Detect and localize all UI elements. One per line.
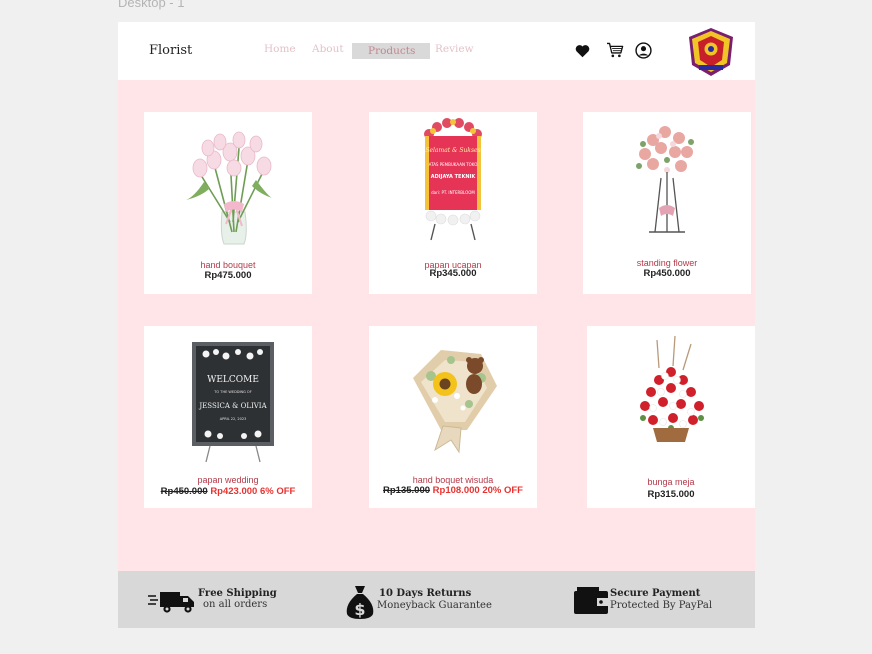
feature-subtitle: on all orders (203, 599, 268, 610)
sign-line: JESSICA & OLIVIA (198, 402, 267, 410)
product-price: Rp450.000 (643, 268, 691, 279)
features-bar: Free Shipping on all orders $ 10 Days Re… (118, 571, 755, 628)
product-name: bunga meja (647, 477, 695, 487)
bunga-meja-image (640, 335, 704, 442)
feature-subtitle: Protected By PayPal (610, 600, 713, 611)
product-name: hand bouquet (200, 260, 256, 270)
product-card-papan-wedding[interactable]: WELCOME TO THE WEDDING OF JESSICA & OLIV… (144, 326, 312, 508)
papan-wedding-image: WELCOME TO THE WEDDING OF JESSICA & OLIV… (192, 342, 274, 463)
hand-bouquet-image (186, 131, 272, 245)
brand-name[interactable]: Florist (149, 43, 192, 58)
product-name: papan wedding (197, 475, 259, 485)
sign-line: ADIJAYA TEKNIK (431, 174, 477, 180)
sign-line: WELCOME (207, 375, 259, 385)
sale-price: Rp108.000 20% OFF (432, 485, 523, 496)
user-icon[interactable] (635, 42, 652, 59)
product-discount-price: Rp450.000 Rp423.000 6% OFF (144, 486, 312, 497)
product-card-papan-ucapan[interactable]: Selamat & Sukses ATAS PEMBUKAAN TOKO ADI… (369, 112, 537, 294)
product-discount-price: Rp135.000 Rp108.000 20% OFF (369, 485, 537, 496)
desktop-frame: Florist Home About Products Review hand … (118, 22, 755, 628)
product-name: hand boquet wisuda (412, 475, 494, 485)
sign-line: dari: PT. INTERBLOOM (431, 190, 475, 195)
nav-products[interactable]: Products (352, 43, 431, 59)
wallet-icon (574, 587, 608, 614)
cart-icon[interactable] (606, 42, 624, 58)
sale-price: Rp423.000 6% OFF (210, 486, 296, 497)
sign-line: Selamat & Sukses (425, 147, 480, 154)
frame-label: Desktop - 1 (118, 0, 185, 10)
product-price: Rp315.000 (647, 489, 695, 500)
feature-title: Secure Payment (610, 588, 701, 599)
feature-title: Free Shipping (198, 588, 277, 599)
product-price: Rp345.000 (429, 268, 477, 279)
institution-logo-icon (689, 28, 733, 76)
nav-review[interactable]: Review (435, 42, 474, 56)
original-price: Rp135.000 (383, 485, 431, 496)
heart-icon[interactable] (575, 44, 590, 58)
hand-boquet-wisuda-image (413, 350, 497, 454)
money-bag-icon: $ (346, 586, 374, 619)
standing-flower-image (636, 126, 694, 233)
product-price: Rp475.000 (204, 270, 252, 281)
nav-about[interactable]: About (312, 42, 344, 56)
product-card-bunga-meja[interactable]: bunga meja Rp315.000 (587, 326, 755, 508)
feature-subtitle: Moneyback Guarantee (377, 600, 492, 611)
product-card-hand-bouquet[interactable]: hand bouquet Rp475.000 (144, 112, 312, 294)
truck-icon (148, 592, 194, 613)
sign-line: APRIL 22, 2023 (220, 417, 247, 421)
product-card-hand-boquet-wisuda[interactable]: hand boquet wisuda Rp135.000 Rp108.000 2… (369, 326, 537, 508)
svg-text:$: $ (354, 600, 365, 619)
sign-line: TO THE WEDDING OF (213, 390, 251, 394)
product-card-standing-flower[interactable]: standing flower Rp450.000 (583, 112, 751, 294)
nav-home[interactable]: Home (264, 42, 296, 56)
header: Florist Home About Products Review (118, 22, 755, 80)
feature-title: 10 Days Returns (379, 588, 472, 599)
sign-line: ATAS PEMBUKAAN TOKO (429, 162, 478, 167)
papan-ucapan-image: Selamat & Sukses ATAS PEMBUKAAN TOKO ADI… (424, 118, 482, 241)
original-price: Rp450.000 (160, 486, 208, 497)
product-name: standing flower (636, 258, 698, 268)
